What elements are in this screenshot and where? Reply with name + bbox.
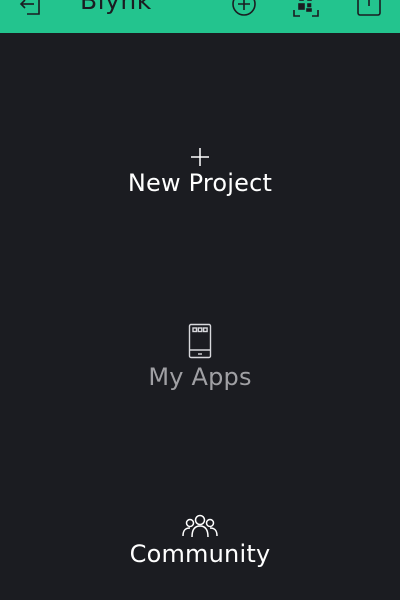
- app-screen: Blynk New Project My Apps Community: [0, 0, 400, 600]
- new-project-label: New Project: [127, 169, 273, 197]
- plus-icon: [0, 146, 400, 168]
- my-apps-label: My Apps: [148, 363, 252, 391]
- phone-icon: [0, 323, 400, 359]
- my-apps-button[interactable]: My Apps: [0, 323, 400, 392]
- top-bar: Blynk: [0, 0, 400, 33]
- logout-icon[interactable]: [17, 0, 45, 18]
- people-icon: [0, 514, 400, 538]
- app-title: Blynk: [80, 0, 152, 15]
- community-label: Community: [129, 540, 271, 568]
- community-button[interactable]: Community: [0, 514, 400, 569]
- info-icon[interactable]: [355, 0, 383, 18]
- qr-code-icon[interactable]: [292, 0, 320, 18]
- new-project-button[interactable]: New Project: [0, 146, 400, 198]
- add-icon[interactable]: [230, 0, 258, 18]
